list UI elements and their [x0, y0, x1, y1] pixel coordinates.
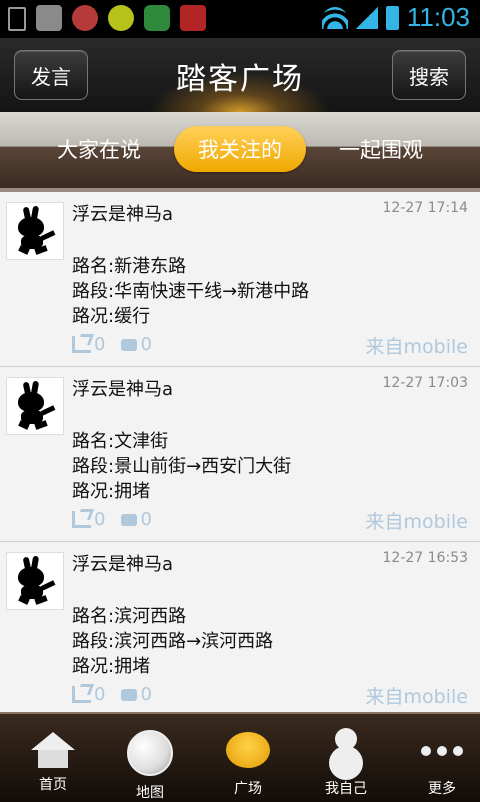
comment-count: 0: [140, 334, 152, 355]
bottom-nav: 首页 地图 广场 我自己 更多: [0, 712, 480, 802]
comment-icon[interactable]: [121, 688, 138, 701]
tab-watch-together[interactable]: 一起围观: [322, 126, 440, 172]
avatar[interactable]: [6, 552, 64, 610]
comment-icon[interactable]: [121, 513, 138, 526]
nav-label: 更多: [428, 781, 456, 797]
road-section: 路段:景山前街→西安门大街: [72, 456, 292, 477]
post-timestamp: 12-27 16:53: [382, 550, 468, 566]
android-icon: [36, 5, 62, 31]
plus-app-icon: [108, 5, 134, 31]
post-feed[interactable]: 浮云是神马a 12-27 17:14 路名:新港东路 路段:华南快速干线→新港中…: [0, 192, 480, 712]
share-icon[interactable]: [72, 686, 91, 703]
alarm-icon: [72, 5, 98, 31]
comment-icon[interactable]: [121, 338, 138, 351]
avatar[interactable]: [6, 377, 64, 435]
chat-bubble-icon: [226, 732, 270, 768]
title-bar: 发言 踏客广场 搜索: [0, 38, 480, 112]
road-name: 路名:文津街: [72, 431, 169, 452]
easy-app-icon: [180, 5, 206, 31]
road-condition: 路况:拥堵: [72, 656, 151, 677]
list-item[interactable]: 浮云是神马a 12-27 16:53 路名:滨河西路 路段:滨河西路→滨河西路 …: [0, 542, 480, 712]
post-body: 路名:滨河西路 路段:滨河西路→滨河西路 路况:拥堵: [72, 604, 273, 679]
post-meta: 0 0: [72, 684, 152, 705]
road-condition: 路况:拥堵: [72, 481, 151, 502]
tab-following[interactable]: 我关注的: [174, 126, 306, 172]
search-button[interactable]: 搜索: [392, 50, 466, 100]
status-time: 11:03: [406, 2, 470, 32]
post-username[interactable]: 浮云是神马a: [72, 200, 173, 226]
status-bar: 11:03: [0, 0, 480, 38]
more-icon: [421, 730, 463, 772]
nav-home[interactable]: 首页: [5, 714, 101, 802]
comment-count: 0: [140, 509, 152, 530]
signal-icon: [355, 6, 378, 29]
post-username[interactable]: 浮云是神马a: [72, 375, 173, 401]
road-section: 路段:华南快速干线→新港中路: [72, 281, 310, 302]
comment-count: 0: [140, 684, 152, 705]
post-username[interactable]: 浮云是神马a: [72, 550, 173, 576]
post-source: 来自mobile: [365, 686, 468, 708]
person-icon: [335, 728, 357, 750]
post-source: 来自mobile: [365, 336, 468, 358]
road-section: 路段:滨河西路→滨河西路: [72, 631, 274, 652]
nav-square[interactable]: 广场: [200, 714, 296, 802]
nav-me[interactable]: 我自己: [298, 714, 394, 802]
road-name: 路名:新港东路: [72, 256, 187, 277]
tab-bar: 大家在说 我关注的 一起围观: [0, 112, 480, 188]
share-count: 0: [94, 334, 106, 355]
post-body: 路名:新港东路 路段:华南快速干线→新港中路 路况:缓行: [72, 254, 309, 329]
post-timestamp: 12-27 17:14: [382, 200, 468, 216]
wifi-icon: [321, 6, 348, 29]
post-meta: 0 0: [72, 334, 152, 355]
usb-icon: [8, 7, 26, 31]
share-icon[interactable]: [72, 336, 91, 353]
post-source: 来自mobile: [365, 511, 468, 533]
road-condition: 路况:缓行: [72, 306, 151, 327]
post-meta: 0 0: [72, 509, 152, 530]
nav-map[interactable]: 地图: [102, 714, 198, 802]
tab-everyone[interactable]: 大家在说: [40, 126, 158, 172]
list-item[interactable]: 浮云是神马a 12-27 17:14 路名:新港东路 路段:华南快速干线→新港中…: [0, 192, 480, 367]
share-icon[interactable]: [72, 511, 91, 528]
nav-label: 首页: [39, 777, 67, 793]
nav-label: 地图: [136, 785, 164, 801]
home-icon: [31, 732, 75, 768]
shield-icon: [144, 5, 170, 31]
road-name: 路名:滨河西路: [72, 606, 187, 627]
share-count: 0: [94, 509, 106, 530]
share-count: 0: [94, 684, 106, 705]
nav-more[interactable]: 更多: [394, 714, 480, 802]
battery-icon: [385, 5, 399, 30]
list-item[interactable]: 浮云是神马a 12-27 17:03 路名:文津街 路段:景山前街→西安门大街 …: [0, 367, 480, 542]
avatar[interactable]: [6, 202, 64, 260]
nav-label: 我自己: [325, 781, 367, 797]
nav-label: 广场: [234, 781, 262, 797]
post-timestamp: 12-27 17:03: [382, 375, 468, 391]
globe-icon: [127, 730, 173, 776]
post-body: 路名:文津街 路段:景山前街→西安门大街 路况:拥堵: [72, 429, 291, 504]
